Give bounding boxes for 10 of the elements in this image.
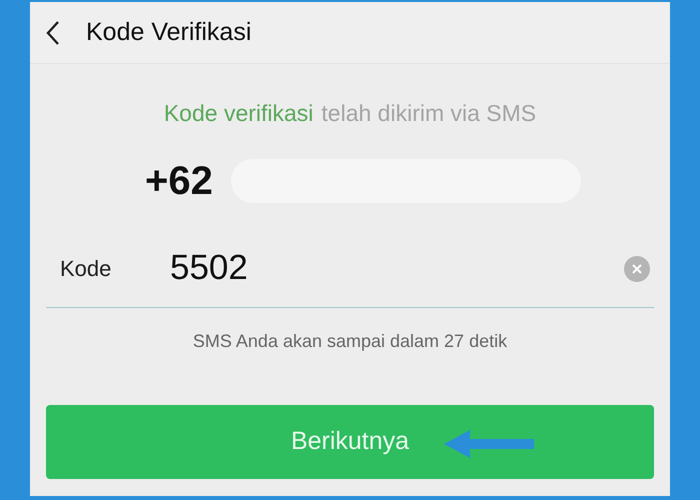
message-text: telah dikirim via SMS <box>321 99 536 128</box>
arrow-icon <box>444 428 536 460</box>
message-highlight: Kode verifikasi <box>164 99 314 128</box>
clear-icon <box>631 262 643 274</box>
country-code: +62 <box>145 158 213 204</box>
back-icon <box>46 20 60 46</box>
code-label: Kode <box>60 255 112 283</box>
code-field[interactable]: 5502 <box>170 242 624 295</box>
countdown-text: SMS Anda akan sampai dalam 27 detik <box>192 330 508 353</box>
window-title: Kode Verifikasi <box>86 16 252 48</box>
